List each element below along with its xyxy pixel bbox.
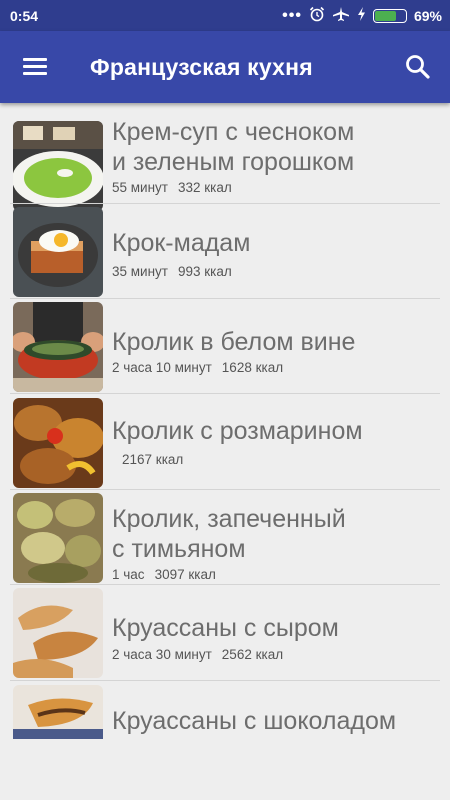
recipe-meta: 55 минут 332 ккал [112, 180, 232, 195]
list-item[interactable]: Круассаны с шоколадом [0, 681, 450, 739]
recipe-kcal: 1628 ккал [221, 360, 284, 375]
recipe-time: 55 минут [112, 180, 168, 195]
search-icon[interactable] [400, 49, 436, 85]
list-item[interactable]: Крок-мадам 35 минут 993 ккал [0, 204, 450, 299]
more-dots-icon: ••• [282, 6, 302, 24]
list-item[interactable]: Кролик в белом вине 2 часа 10 минут 1628 … [0, 299, 450, 394]
recipe-image [13, 398, 103, 488]
list-item[interactable]: Кролик, запеченный с тимьяном 1 час 3097 … [0, 490, 450, 585]
recipe-image [13, 207, 103, 297]
alarm-icon [309, 6, 325, 25]
hamburger-menu-icon[interactable] [17, 51, 53, 83]
app-bar: Французская кухня [0, 31, 450, 103]
recipe-kcal: 332 ккал [177, 180, 232, 195]
recipe-meta: 2167 ккал [112, 452, 183, 467]
recipe-time: 1 час [112, 567, 145, 582]
recipe-image [13, 493, 103, 583]
status-bar: 0:54 ••• 69% [0, 0, 450, 31]
battery-level [374, 10, 396, 21]
recipe-title: Крем-суп с чесноком и зеленым горошком [112, 118, 355, 176]
recipe-image [13, 302, 103, 392]
recipe-title: Круассаны с шоколадом [112, 707, 397, 735]
battery-icon [372, 8, 407, 23]
recipe-title: Кролик, запеченный с тимьяном [112, 505, 346, 563]
airplane-mode-icon [332, 6, 350, 25]
recipe-image [13, 588, 103, 678]
list-item[interactable]: Крем-суп с чесноком и зеленым горошком 5… [0, 103, 450, 211]
status-time: 0:54 [10, 7, 39, 24]
recipe-image [13, 121, 103, 211]
recipe-meta: 35 минут 993 ккал [112, 264, 232, 279]
list-item[interactable]: Кролик с розмарином 2167 ккал [0, 394, 450, 490]
recipe-title: Круассаны с сыром [112, 614, 339, 642]
recipe-title: Крок-мадам [112, 229, 251, 257]
battery-percent: 69% [413, 7, 442, 24]
recipe-image [13, 685, 103, 739]
recipe-list[interactable]: Крем-суп с чесноком и зеленым горошком 5… [0, 103, 450, 739]
recipe-meta: 2 часа 10 минут 1628 ккал [112, 360, 283, 375]
recipe-kcal: 2562 ккал [221, 647, 284, 662]
recipe-kcal: 993 ккал [177, 264, 232, 279]
recipe-time: 2 часа 30 минут [112, 647, 212, 662]
page-title: Французская кухня [90, 54, 313, 80]
recipe-title: Кролик с розмарином [112, 417, 363, 445]
charging-icon [357, 7, 366, 24]
list-item[interactable]: Круассаны с сыром 2 часа 30 минут 2562 кк… [0, 585, 450, 681]
recipe-time: 35 минут [112, 264, 168, 279]
recipe-meta: 1 час 3097 ккал [112, 567, 216, 582]
recipe-meta: 2 часа 30 минут 2562 ккал [112, 647, 283, 662]
status-icons: ••• 69% [282, 6, 442, 25]
recipe-kcal: 3097 ккал [154, 567, 216, 582]
recipe-kcal: 2167 ккал [122, 452, 184, 467]
recipe-title: Кролик в белом вине [112, 328, 356, 356]
recipe-time: 2 часа 10 минут [112, 360, 212, 375]
